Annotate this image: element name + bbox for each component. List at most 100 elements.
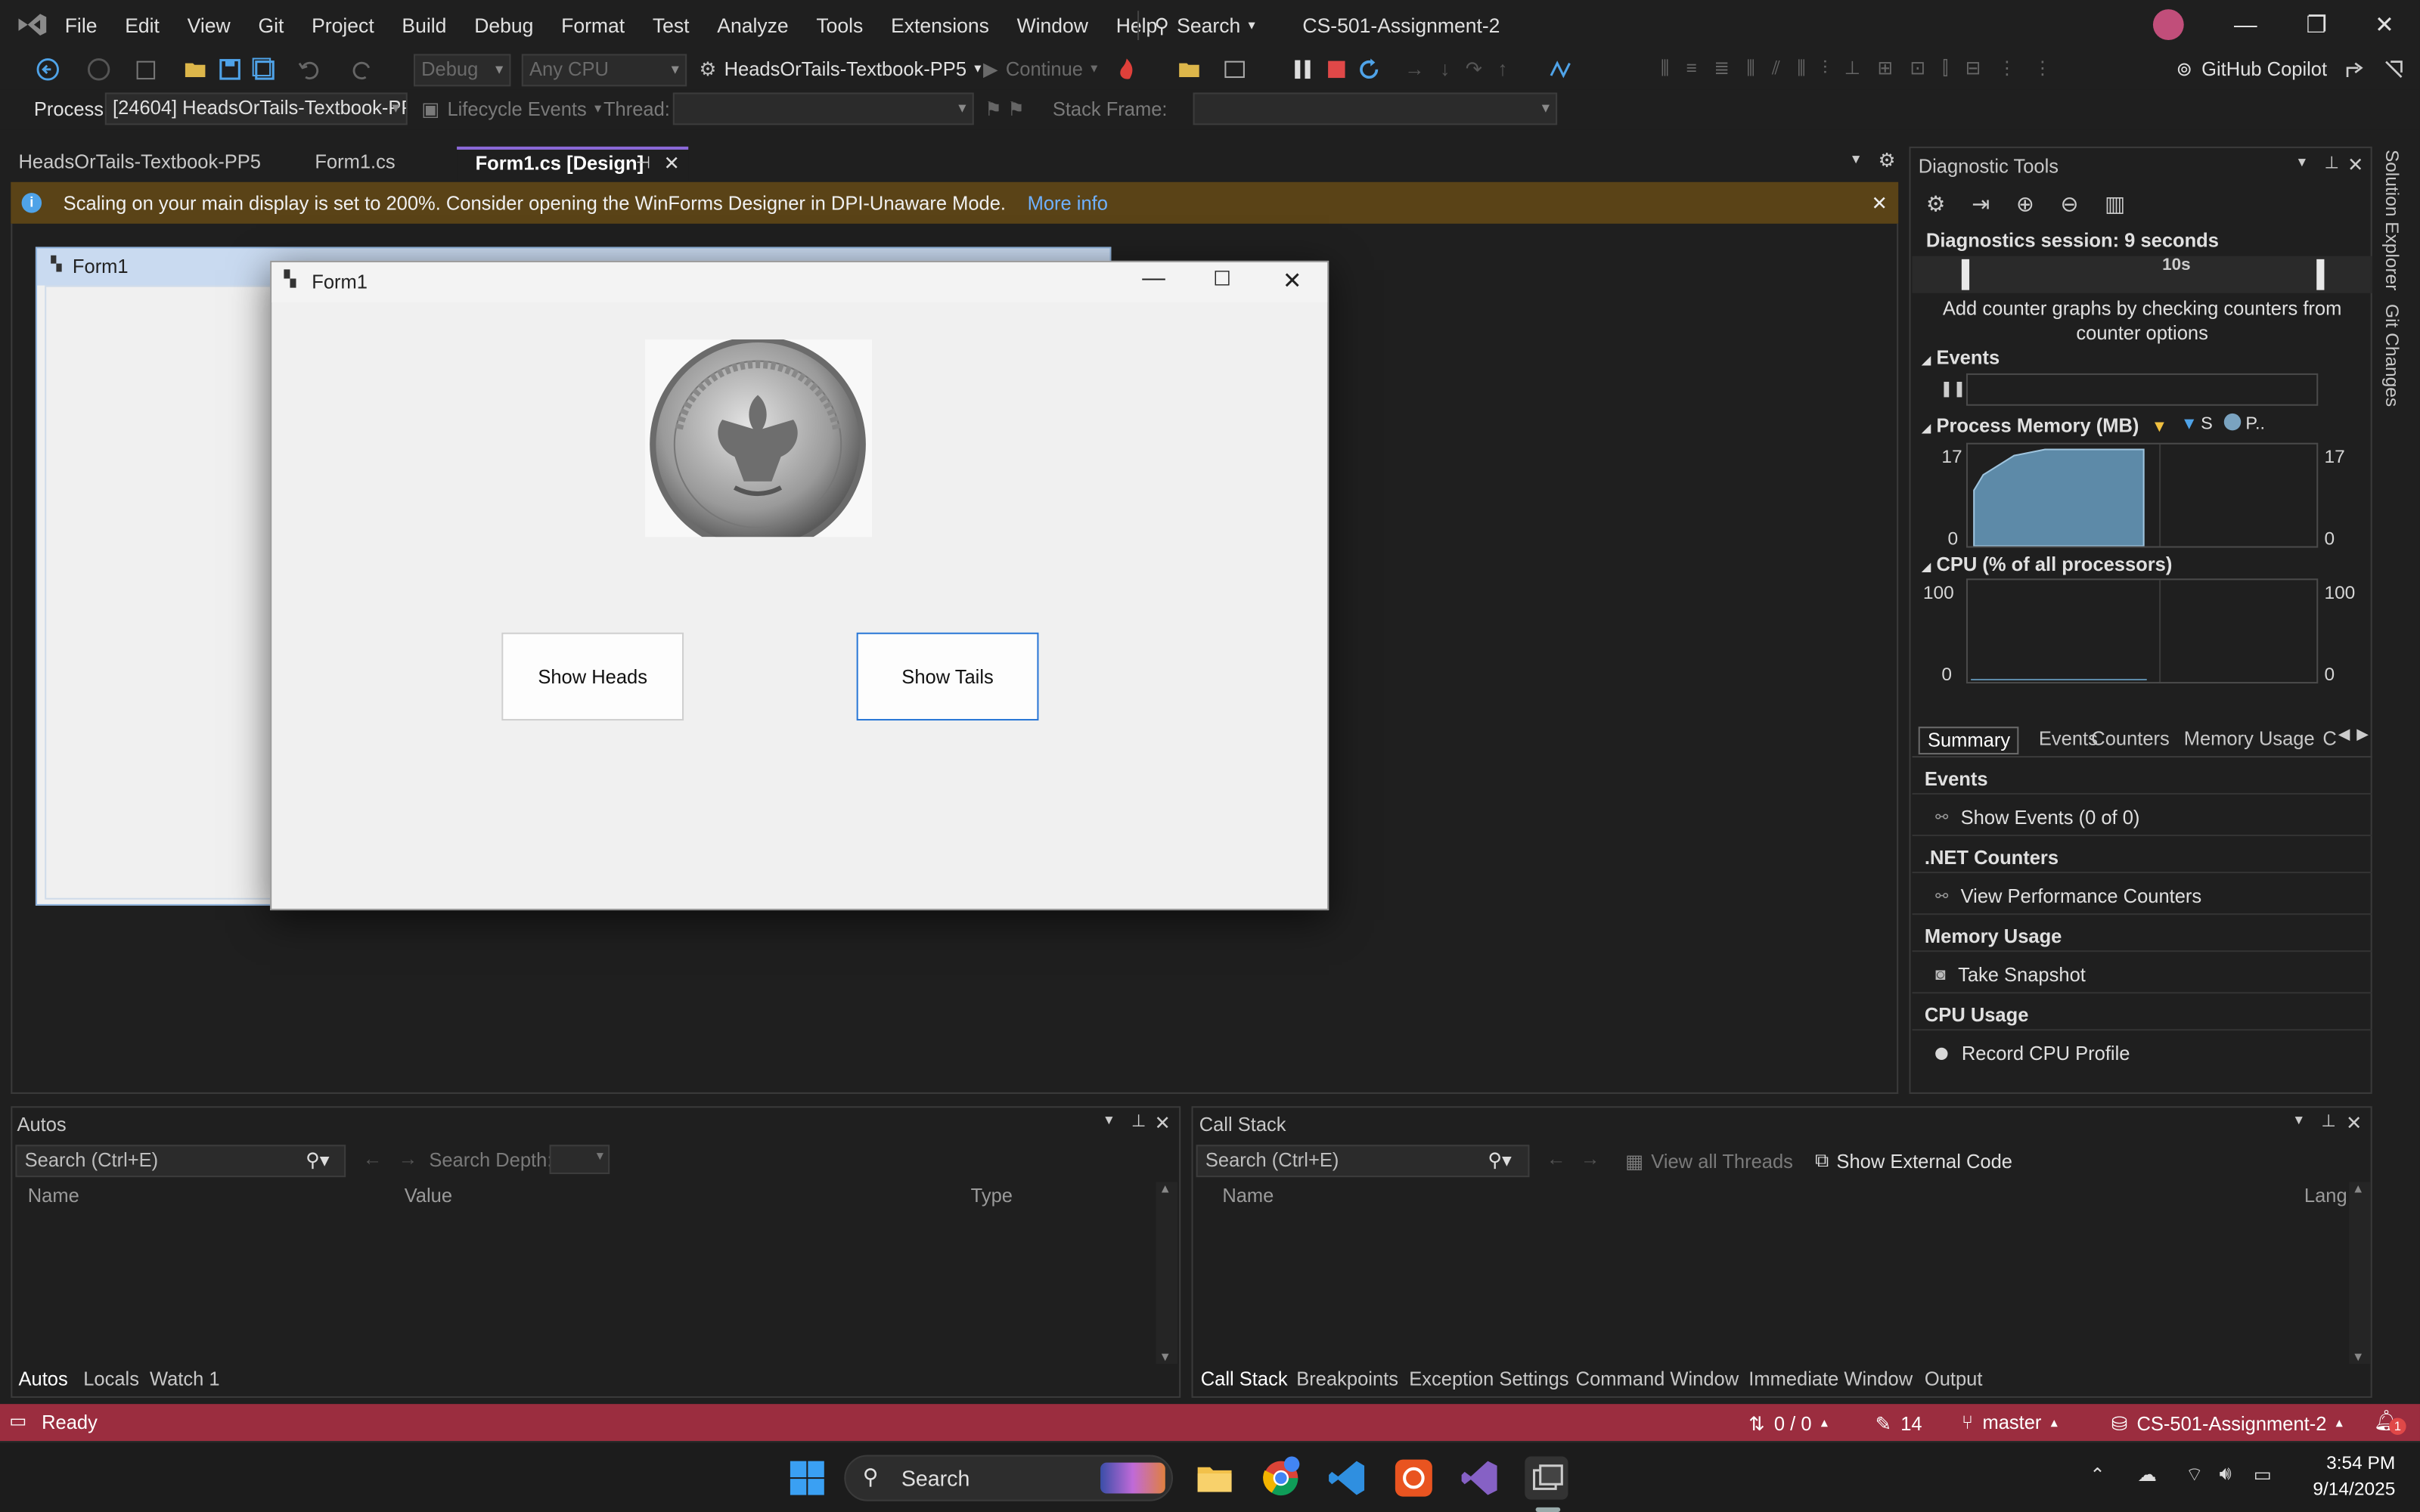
callstack-scrollbar[interactable]: ▲ ▼ — [2349, 1182, 2371, 1365]
process-dropdown[interactable]: [24604] HeadsOrTails-Textbook-PP — [104, 92, 408, 125]
tab-form1-cs[interactable]: Form1.cs — [296, 147, 451, 181]
show-events-link[interactable]: ⚯ Show Events (0 of 0) — [1935, 807, 2139, 829]
volume-icon[interactable]: 🔊︎ — [2220, 1463, 2232, 1486]
lifecycle-events-dropdown[interactable]: ▣ Lifecycle Events ▾ — [421, 98, 601, 121]
tab-scroll-left-icon[interactable]: ◀ — [2338, 727, 2350, 743]
search-icon[interactable]: ⚲▾ — [306, 1148, 330, 1171]
close-icon[interactable]: ✕ — [2349, 0, 2420, 51]
menu-tools[interactable]: Tools — [802, 0, 877, 51]
solution-explorer-tab[interactable]: Solution Explorer — [2381, 150, 2403, 291]
autos-col-type[interactable]: Type — [971, 1185, 1013, 1207]
menu-view[interactable]: View — [173, 0, 244, 51]
avatar[interactable] — [2152, 9, 2184, 41]
tab-breakpoints[interactable]: Breakpoints — [1296, 1368, 1398, 1390]
flag-icon[interactable]: ⚑ ⚑ — [985, 98, 1025, 121]
windows-start-icon[interactable] — [786, 1457, 829, 1500]
stackframe-dropdown[interactable] — [1193, 92, 1558, 125]
pin-icon[interactable]: ⊣ — [636, 150, 651, 179]
search-back-icon[interactable]: ← — [1547, 1148, 1566, 1170]
pause-icon[interactable] — [1290, 57, 1315, 82]
github-copilot-button[interactable]: ⊚ GitHub Copilot — [2176, 57, 2328, 81]
autos-scrollbar[interactable]: ▲ ▼ — [1156, 1182, 1178, 1365]
graph-icon[interactable]: ▥ — [2105, 191, 2125, 218]
pin-icon[interactable]: ⊥ — [2321, 1111, 2336, 1130]
zoom-in-icon[interactable]: ⊕ — [2016, 191, 2034, 218]
open-folder-icon[interactable] — [184, 57, 209, 82]
visual-studio-icon[interactable] — [1459, 1457, 1502, 1500]
pane-menu-icon[interactable]: ▾ — [2298, 154, 2306, 171]
vscode-icon[interactable] — [1326, 1457, 1369, 1500]
tray-overflow-icon[interactable]: ⌃ — [2090, 1464, 2105, 1486]
show-tails-button[interactable]: Show Tails — [856, 632, 1039, 721]
tab-locals[interactable]: Locals — [83, 1368, 139, 1390]
diag-timeline[interactable]: 10s — [1912, 256, 2372, 293]
cpu-graph[interactable] — [1965, 578, 2319, 684]
menu-git[interactable]: Git — [244, 0, 298, 51]
autos-col-value[interactable]: Value — [405, 1185, 452, 1207]
collapse-icon[interactable]: ◢ — [1922, 353, 1931, 367]
clock-time[interactable]: 3:54 PM — [2284, 1452, 2395, 1473]
feedback-icon[interactable] — [2381, 57, 2406, 82]
take-snapshot-link[interactable]: ◙ Take Snapshot — [1935, 965, 2086, 987]
search-depth-dropdown[interactable]: ▾ — [549, 1145, 610, 1175]
step-controls[interactable]: →↓↷↑ — [1404, 57, 1544, 82]
tab-scroll-right-icon[interactable]: ▶ — [2356, 727, 2369, 743]
view-counters-link[interactable]: ⚯ View Performance Counters — [1935, 885, 2201, 907]
tab-cpu[interactable]: C — [2322, 728, 2336, 750]
repo-selector[interactable]: ⛁ CS-501-Assignment-2 ▴ — [2111, 1411, 2343, 1435]
collapse-icon[interactable]: ◢ — [1922, 560, 1931, 574]
menu-test[interactable]: Test — [639, 0, 703, 51]
zoom-out-icon[interactable]: ⊖ — [2061, 191, 2079, 218]
callstack-col-name[interactable]: Name — [1222, 1185, 1274, 1207]
pin-icon[interactable]: ⊥ — [1131, 1111, 1146, 1130]
export-icon[interactable]: ⇥ — [1972, 191, 1990, 218]
save-all-icon[interactable] — [252, 57, 277, 82]
undo-icon[interactable] — [296, 57, 321, 82]
notifications-bell[interactable]: 🔔︎ 1 — [2374, 1408, 2406, 1436]
tab-events[interactable]: Events — [2039, 728, 2098, 750]
menu-file[interactable]: File — [51, 0, 110, 51]
close-icon[interactable]: ✕ — [2346, 1111, 2362, 1134]
timeline-start-handle[interactable] — [1961, 259, 1970, 290]
chrome-icon[interactable] — [1259, 1456, 1302, 1500]
scroll-up-icon[interactable]: ▲ — [2352, 1182, 2364, 1195]
scroll-down-icon[interactable]: ▼ — [1159, 1350, 1171, 1364]
timeline-end-handle[interactable] — [2316, 259, 2325, 290]
menu-build[interactable]: Build — [388, 0, 461, 51]
callstack-search-input[interactable]: Search (Ctrl+E) — [1196, 1145, 1530, 1178]
battery-icon[interactable]: ▭ — [2254, 1463, 2272, 1486]
menu-format[interactable]: Format — [548, 0, 639, 51]
settings-icon[interactable]: ⚙ — [1879, 148, 1896, 172]
show-heads-button[interactable]: Show Heads — [501, 632, 684, 721]
pending-edits[interactable]: ✎ 14 — [1876, 1411, 1922, 1435]
global-search-button[interactable]: ⚲ Search ▾ — [1155, 9, 1255, 42]
continue-button[interactable]: ▶ Continue ▾ — [983, 57, 1097, 81]
scroll-up-icon[interactable]: ▲ — [1159, 1182, 1171, 1195]
git-changes-tab[interactable]: Git Changes — [2381, 304, 2403, 407]
minimize-icon[interactable]: — — [2210, 0, 2281, 51]
show-external-code-button[interactable]: ⧉ Show External Code — [1815, 1149, 2012, 1173]
collapse-icon[interactable]: ◢ — [1922, 421, 1931, 435]
back-icon[interactable] — [36, 57, 60, 82]
thread-dropdown[interactable] — [672, 92, 974, 125]
record-cpu-link[interactable]: Record CPU Profile — [1935, 1043, 2130, 1064]
menu-analyze[interactable]: Analyze — [703, 0, 802, 51]
settings-icon[interactable]: ⚙ — [1926, 191, 1946, 218]
menu-extensions[interactable]: Extensions — [877, 0, 1004, 51]
tab-summary[interactable]: Summary — [1918, 727, 2020, 754]
hot-reload-icon[interactable] — [1114, 57, 1139, 82]
autos-col-name[interactable]: Name — [28, 1185, 79, 1207]
tab-output[interactable]: Output — [1925, 1368, 1983, 1390]
scroll-down-icon[interactable]: ▼ — [2352, 1350, 2364, 1364]
save-icon[interactable] — [218, 57, 243, 82]
tab-overflow-icon[interactable]: ▾ — [1852, 151, 1860, 168]
tab-form1-design[interactable]: Form1.cs [Design] ⊣ ✕ — [457, 146, 689, 181]
pin-icon[interactable]: ⊥ — [2324, 153, 2339, 172]
tab-counters[interactable]: Counters — [2091, 728, 2170, 750]
platform-dropdown[interactable]: Any CPU — [521, 54, 687, 87]
pane-menu-icon[interactable]: ▾ — [1105, 1112, 1112, 1129]
sync-status[interactable]: ⇅ 0 / 0 ▴ — [1748, 1411, 1828, 1435]
tab-immediate-window[interactable]: Immediate Window — [1748, 1368, 1913, 1390]
restore-icon[interactable]: ❐ — [2281, 0, 2352, 51]
tab-exception-settings[interactable]: Exception Settings — [1409, 1368, 1568, 1390]
